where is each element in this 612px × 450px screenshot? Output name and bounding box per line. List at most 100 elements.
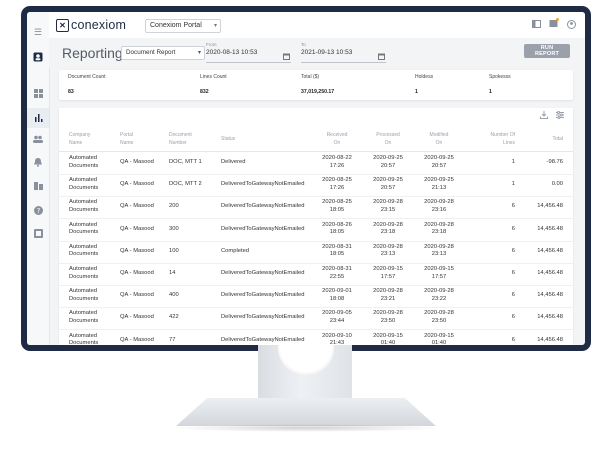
column-header-modified[interactable]: Modified On [421,132,457,147]
table-cell-line: 2020-09-28 [373,221,403,228]
menu-icon[interactable]: ☰ [31,25,45,39]
table-cell-line: QA - Masood [120,159,154,165]
account-icon[interactable] [567,20,576,31]
download-icon[interactable] [540,111,548,121]
notifications-icon[interactable] [549,18,559,30]
table-cell-line: 14 [169,270,176,276]
table-cell-line: 2020-08-26 [322,221,352,228]
chevron-down-icon: ▾ [197,50,201,56]
column-header-received[interactable]: Received On [319,132,355,147]
table-cell: DeliveredToGatewayNotEmailed [221,270,317,278]
table-cell-line: DeliveredToGatewayNotEmailed [221,181,305,188]
table-cell-line: 2020-08-31 [322,243,352,250]
table-cell: 2020-09-28 23:21 [368,288,408,303]
table-cell: 6 [489,203,515,211]
table-cell-line: 6 [511,247,515,254]
table-cell: 2020-09-28 23:50 [368,310,408,325]
table-cell-line: 2020-09-10 [322,332,352,339]
table-cell-line: 18:05 [329,251,345,258]
column-header-document[interactable]: Document Number [169,132,192,147]
column-header-portal[interactable]: Portal Name [120,132,133,147]
table-row[interactable]: Automated Documents QA - Masood 14 Delivered… [59,263,573,286]
column-header-status[interactable]: Status [221,136,235,144]
table-cell-line: 2020-09-28 [424,310,454,317]
table-cell-line: Automated [69,221,98,228]
table-cell-line: 14,456.48 [537,203,563,210]
table-cell: 14,456.48 [529,337,563,345]
table-row[interactable]: Automated Documents QA - Masood 200 Delivere… [59,196,573,220]
table-cell-line: 14,456.48 [537,225,563,232]
table-row[interactable]: Automated Documents QA - Masood DOC, MTT 1D… [59,152,573,175]
table-cell-line: Documents [69,162,99,169]
summary-value: 832 [200,89,209,95]
gallery-icon[interactable] [31,226,45,240]
table-cell: 1 [489,181,515,189]
calendar-icon[interactable] [378,53,385,62]
to-date-field[interactable]: To 2021-09-13 10:53 [301,42,391,63]
column-header-lines[interactable]: Number Of Lines [489,132,515,147]
table-cell-line: 21:13 [431,184,447,191]
conexiom-logo[interactable]: ✕ conexiom [56,18,126,32]
table-cell: 2020-09-28 23:15 [368,199,408,214]
panel-icon[interactable] [532,20,541,30]
table-cell: QA - Masood [120,203,168,211]
table-cell: 2020-09-28 23:18 [419,222,459,237]
portal-selector[interactable]: Conexiom Portal ▾ [145,19,221,33]
table-cell-line: 2020-08-22 [322,155,352,161]
table-cell: 2020-08-31 22:55 [317,266,357,281]
table-row[interactable]: Automated Documents QA - Masood 77 Delivered… [59,330,573,345]
table-cell: 2020-09-25 21:13 [419,177,459,192]
table-cell-line: QA - Masood [120,203,154,210]
table-cell: 2020-09-15 17:57 [368,266,408,281]
table-cell: 77 [169,337,219,345]
settings-icon[interactable] [556,111,564,121]
table-cell-line: 23:13 [380,251,396,258]
help-icon[interactable]: ? [31,203,45,217]
column-header-company[interactable]: Company Name [69,132,90,147]
table-cell-line: QA - Masood [120,225,154,232]
column-header-processed[interactable]: Processed On [370,132,406,147]
table-cell-line: 1 [511,159,515,165]
table-cell-line: 2020-09-25 [373,155,403,161]
column-header-line: Processed [376,132,400,138]
table-cell: 2020-08-25 17:26 [317,177,357,192]
table-cell-line: 300 [169,225,179,232]
table-row[interactable]: Automated Documents QA - Masood 422 Delivere… [59,307,573,331]
summary-document-count: Document Count 83 [68,74,106,95]
users-icon[interactable] [31,132,45,146]
table-cell-line: Documents [69,229,99,236]
alerts-icon[interactable] [31,155,45,169]
table-cell: 2020-09-28 23:18 [368,222,408,237]
table-row[interactable]: Automated Documents QA - Masood 300 Delivere… [59,219,573,242]
table-cell-line: 21:43 [329,340,345,345]
dashboard-icon[interactable] [31,86,45,100]
from-date-field[interactable]: From 2020-08-13 10:53 [206,42,296,63]
documents-icon[interactable] [31,179,45,193]
report-type-select[interactable]: Document Report ▾ [121,46,205,60]
reports-icon[interactable] [27,108,49,128]
table-cell: 14,456.48 [529,314,563,322]
app-screen: ☰ ? ✕ conexiom Conexiom Portal ▾ Reporti… [27,12,585,345]
run-report-button[interactable]: RUN REPORT [524,44,570,58]
column-header-line: On [435,139,443,146]
left-nav-rail: ☰ ? [27,12,50,345]
monitor-stand-base [176,398,436,426]
column-header-line: Company [69,132,91,138]
table-cell: 2020-09-15 01:40 [419,333,459,345]
from-date-underline [206,62,291,63]
summary-value: 1 [489,89,492,95]
calendar-icon[interactable] [283,53,290,62]
table-row[interactable]: Automated Documents QA - Masood 100 Complete… [59,241,573,264]
table-cell: Automated Documents [69,266,117,281]
table-cell-line: 400 [169,292,179,299]
table-cell-line: 2020-08-31 [322,266,352,272]
table-row[interactable]: Automated Documents QA - Masood DOC, MTT 2D… [59,174,573,198]
profile-icon[interactable] [31,50,45,64]
table-row[interactable]: Automated Documents QA - Masood 400 Delivere… [59,285,573,309]
table-cell-line: 23:18 [380,229,396,236]
table-cell-line: 6 [511,336,515,343]
table-cell-line: 0.00 [551,181,563,188]
column-header-total[interactable]: Total [529,136,563,144]
table-cell: DOC, MTT 2 [169,181,219,189]
table-cell-line: Documents [69,295,99,302]
